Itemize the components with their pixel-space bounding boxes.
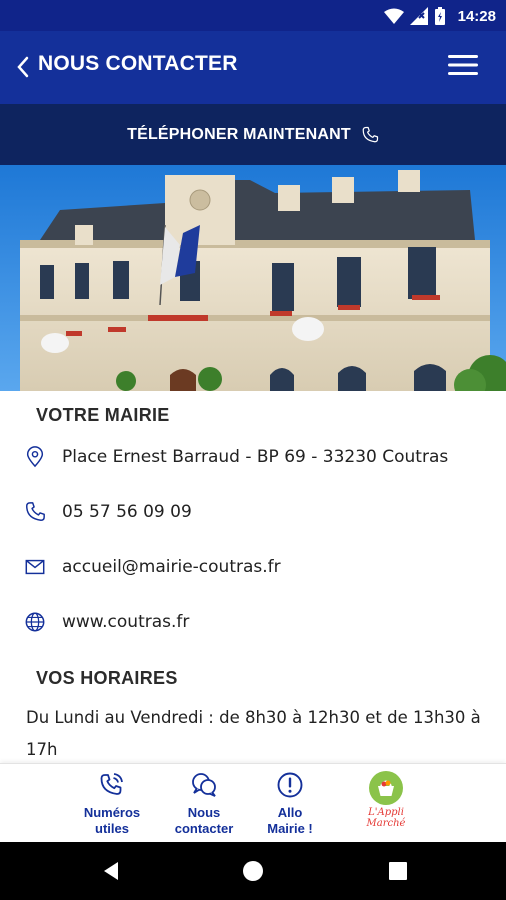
recents-square-icon[interactable] xyxy=(386,859,410,883)
address-row[interactable]: Place Ernest Barraud - BP 69 - 33230 Cou… xyxy=(0,437,506,477)
market-basket-icon xyxy=(369,771,403,805)
back-chevron-icon[interactable] xyxy=(14,55,32,79)
call-now-button[interactable]: TÉLÉPHONER MAINTENANT xyxy=(0,104,506,165)
phone-icon xyxy=(362,126,378,142)
tab-label: Allo Mairie ! xyxy=(267,805,313,836)
website-row[interactable]: www.coutras.fr xyxy=(0,602,506,642)
status-time: 14:28 xyxy=(457,7,496,25)
email-text: accueil@mairie-coutras.fr xyxy=(62,557,281,577)
mairie-section-title: VOTRE MAIRIE xyxy=(36,405,170,425)
appli-marche-logo-text: L'Appli Marché xyxy=(356,807,416,829)
tab-allo-mairie[interactable]: Allo Mairie ! xyxy=(250,770,330,838)
page-title: NOUS CONTACTER xyxy=(38,52,238,75)
address-text: Place Ernest Barraud - BP 69 - 33230 Cou… xyxy=(62,447,449,467)
tab-numeros-utiles[interactable]: Numéros utiles xyxy=(72,770,152,838)
tab-label: Numéros utiles xyxy=(83,805,141,836)
email-row[interactable]: accueil@mairie-coutras.fr xyxy=(0,547,506,587)
home-circle-icon[interactable] xyxy=(241,859,265,883)
signal-icon xyxy=(409,7,428,25)
website-text: www.coutras.fr xyxy=(62,612,190,632)
tab-nous-contacter[interactable]: Nous contacter xyxy=(164,770,244,838)
status-icons: 14:28 xyxy=(383,5,496,27)
tab-label: Nous contacter xyxy=(174,805,234,836)
back-triangle-icon[interactable] xyxy=(100,859,124,883)
alert-circle-icon xyxy=(277,772,303,798)
town-hall-photo xyxy=(0,165,506,391)
location-pin-icon xyxy=(26,446,44,468)
call-now-label: TÉLÉPHONER MAINTENANT xyxy=(127,125,351,143)
tab-appli-marche[interactable]: L'Appli Marché xyxy=(346,770,426,838)
contact-content: VOTRE MAIRIE Place Ernest Barraud - BP 6… xyxy=(0,391,506,763)
wifi-icon xyxy=(383,8,404,24)
phone-ring-icon xyxy=(100,773,123,795)
horaires-text: Du Lundi au Vendredi : de 8h30 à 12h30 e… xyxy=(26,708,481,759)
globe-icon xyxy=(25,612,45,632)
hamburger-menu-icon[interactable] xyxy=(448,53,478,77)
mail-icon xyxy=(25,559,45,575)
battery-icon xyxy=(434,7,445,25)
appli-marche-label: L'Appli Marché xyxy=(366,807,406,829)
system-navigation-bar xyxy=(0,842,506,900)
status-bar: 14:28 xyxy=(0,0,506,31)
chat-bubbles-icon xyxy=(192,773,216,797)
horaires-section-title: VOS HORAIRES xyxy=(36,668,178,688)
app-bar: NOUS CONTACTER xyxy=(0,31,506,104)
phone-row[interactable]: 05 57 56 09 09 xyxy=(0,492,506,532)
phone-icon xyxy=(26,502,45,521)
phone-text: 05 57 56 09 09 xyxy=(62,502,192,522)
bottom-navigation: Numéros utiles Nous contacter Allo Mairi… xyxy=(0,763,506,842)
